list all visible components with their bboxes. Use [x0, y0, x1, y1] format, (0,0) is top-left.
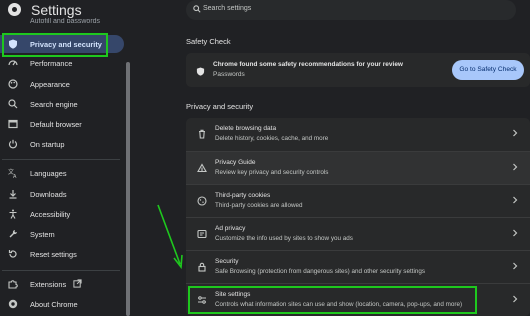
translate-icon: 文A	[8, 168, 17, 178]
chevron-right-icon	[513, 229, 518, 237]
sidebar-item-autofill[interactable]: Autofill and passwords	[30, 18, 100, 23]
safety-check-card: Chrome found some safety recommendations…	[186, 53, 530, 87]
row-delete-browsing-data[interactable]: Delete browsing data Delete history, coo…	[186, 118, 530, 151]
row-title: Privacy Guide	[215, 159, 256, 166]
row-security[interactable]: Security Safe Browsing (protection from …	[186, 250, 530, 283]
row-ad-privacy[interactable]: Ad privacy Customize the info used by si…	[186, 217, 530, 250]
sidebar-item-system[interactable]: System	[0, 225, 124, 243]
sidebar-item-extensions[interactable]: Extensions	[0, 275, 124, 293]
sidebar-item-appearance[interactable]: Appearance	[0, 75, 124, 93]
safety-check-heading: Safety Check	[186, 37, 231, 46]
lock-icon	[198, 262, 206, 272]
chevron-right-icon	[513, 129, 518, 137]
sidebar-item-label: Extensions	[30, 280, 67, 289]
trash-icon	[199, 129, 205, 139]
safety-check-subtitle: Passwords	[213, 71, 245, 78]
ad-privacy-icon	[197, 229, 207, 239]
row-subtitle: Safe Browsing (protection from dangerous…	[215, 268, 425, 275]
privacy-highlight-box	[2, 33, 108, 57]
privacy-heading: Privacy and security	[186, 102, 254, 111]
cookie-icon	[197, 196, 207, 206]
sidebar-item-label: System	[30, 230, 55, 239]
sidebar-item-reset-settings[interactable]: Reset settings	[0, 245, 124, 263]
wrench-icon	[9, 230, 17, 238]
puzzle-icon	[8, 280, 18, 289]
accessibility-icon	[9, 209, 17, 219]
chevron-right-icon	[513, 295, 518, 303]
sidebar-item-label: Accessibility	[30, 210, 71, 219]
sidebar-item-default-browser[interactable]: Default browser	[0, 115, 124, 133]
sidebar-item-label: Reset settings	[30, 250, 77, 259]
safety-check-title: Chrome found some safety recommendations…	[213, 61, 403, 68]
privacy-guide-icon	[197, 163, 207, 173]
sidebar-divider	[2, 270, 120, 271]
sidebar-scrollbar[interactable]	[126, 62, 130, 316]
annotation-arrow-icon	[157, 204, 183, 270]
row-subtitle: Review key privacy and security controls	[215, 169, 329, 176]
download-icon	[9, 190, 17, 199]
sidebar-item-label: Performance	[30, 59, 73, 68]
sidebar-item-about-chrome[interactable]: About Chrome	[0, 295, 124, 313]
search-icon	[8, 99, 18, 109]
row-subtitle: Customize the info used by sites to show…	[215, 235, 353, 242]
row-title: Ad privacy	[215, 225, 246, 232]
reset-icon	[8, 250, 17, 258]
gauge-icon	[8, 60, 18, 66]
row-subtitle: Delete history, cookies, cache, and more	[215, 135, 329, 142]
power-icon	[8, 139, 18, 149]
shield-check-icon	[196, 67, 205, 76]
sidebar-item-label: Default browser	[30, 120, 82, 129]
row-third-party-cookies[interactable]: Third-party cookies Third-party cookies …	[186, 184, 530, 217]
browser-icon	[8, 119, 18, 129]
sidebar: Autofill and passwords Privacy and secur…	[0, 14, 132, 316]
row-title: Security	[215, 258, 239, 265]
chevron-right-icon	[513, 262, 518, 270]
chevron-right-icon	[513, 196, 518, 204]
row-title: Third-party cookies	[215, 192, 271, 199]
svg-text:A: A	[13, 174, 17, 178]
sidebar-divider	[2, 159, 120, 160]
sidebar-item-label: Languages	[30, 169, 67, 178]
sidebar-item-label: Search engine	[30, 100, 78, 109]
search-input[interactable]: Search settings	[186, 0, 516, 20]
go-to-safety-check-button[interactable]: Go to Safety Check	[452, 60, 524, 80]
sidebar-item-accessibility[interactable]: Accessibility	[0, 205, 124, 223]
search-icon	[193, 5, 201, 13]
row-title: Delete browsing data	[215, 125, 277, 132]
site-settings-highlight-box	[188, 286, 477, 314]
chevron-right-icon	[513, 163, 518, 171]
chrome-icon	[8, 299, 18, 309]
sidebar-item-languages[interactable]: 文A Languages	[0, 164, 124, 182]
sidebar-item-label: Appearance	[30, 80, 70, 89]
row-subtitle: Third-party cookies are allowed	[215, 202, 303, 209]
sidebar-item-search-engine[interactable]: Search engine	[0, 95, 124, 113]
sidebar-item-downloads[interactable]: Downloads	[0, 185, 124, 203]
sidebar-item-label: Downloads	[30, 190, 67, 199]
sidebar-item-label: About Chrome	[30, 300, 78, 309]
palette-icon	[8, 79, 18, 89]
search-placeholder: Search settings	[203, 5, 252, 12]
sidebar-item-label: On startup	[30, 140, 65, 149]
open-in-new-icon	[73, 279, 82, 288]
sidebar-item-on-startup[interactable]: On startup	[0, 135, 124, 153]
row-privacy-guide[interactable]: Privacy Guide Review key privacy and sec…	[186, 151, 530, 184]
